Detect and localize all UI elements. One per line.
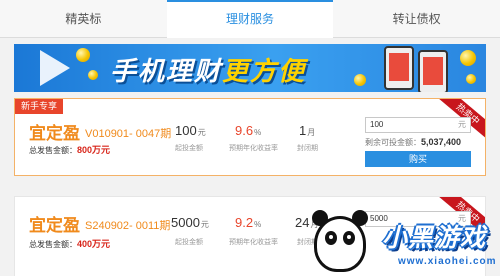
gold-coin-icon xyxy=(466,74,476,84)
watermark-url: www.xiaohei.com xyxy=(398,256,497,267)
watermark-logo-text: 小黑游戏 xyxy=(382,224,487,252)
min-investment-value: 100元 xyxy=(175,123,206,138)
min-investment-label: 起投金额 xyxy=(175,145,203,152)
tab-elite-bids[interactable]: 精英标 xyxy=(0,0,167,37)
product-name[interactable]: 宜定盈 xyxy=(29,211,80,236)
gold-coin-icon xyxy=(76,48,90,62)
tab-transfer-debt[interactable]: 转让债权 xyxy=(333,0,500,37)
banner-slogan: 手机理财更方便 xyxy=(110,56,307,86)
panda-eye xyxy=(343,231,355,245)
annual-yield-value: 9.6% xyxy=(235,123,262,138)
gold-coin-icon xyxy=(88,70,98,80)
total-offering: 总发售金额：800万元 xyxy=(29,145,111,155)
smartphone-icon xyxy=(384,46,414,90)
min-investment-value: 5000元 xyxy=(171,215,209,230)
product-code[interactable]: V010901- 0047期 xyxy=(85,125,171,141)
paper-plane-icon xyxy=(40,50,70,86)
site-watermark: 小黑游戏 www.xiaohei.com xyxy=(308,204,500,276)
new-user-badge: 新手专享 xyxy=(15,99,64,114)
total-offering: 总发售金额：400万元 xyxy=(29,239,111,249)
product-name[interactable]: 宜定盈 xyxy=(29,119,80,144)
gold-coin-icon xyxy=(354,74,366,86)
promo-banner[interactable]: 手机理财更方便 xyxy=(14,44,486,92)
lock-period-value: 1月 xyxy=(299,123,316,138)
min-investment-label: 起投金额 xyxy=(175,239,203,246)
gold-coin-icon xyxy=(460,50,476,66)
product-code[interactable]: S240902- 0011期 xyxy=(85,217,170,233)
tab-wealth-service[interactable]: 理财服务 xyxy=(166,0,334,38)
annual-yield-value: 9.2% xyxy=(235,215,262,230)
annual-yield-label: 预期年化收益率 xyxy=(229,145,278,152)
panda-mascot-icon xyxy=(314,216,366,272)
lock-period-label: 封闭期 xyxy=(297,145,318,152)
smartphone-icon xyxy=(418,50,448,92)
invest-amount-input[interactable]: 100 元 xyxy=(365,117,471,133)
buy-button[interactable]: 购买 xyxy=(365,151,471,167)
product-card: 新手专享 热卖中 宜定盈 V010901- 0047期 总发售金额：800万元 … xyxy=(14,98,486,176)
panda-eye xyxy=(325,231,337,245)
remaining-amount: 剩余可投金额：5,037,400 xyxy=(365,137,462,147)
tab-bar: 精英标 理财服务 转让债权 xyxy=(0,0,500,38)
annual-yield-label: 预期年化收益率 xyxy=(229,239,278,246)
